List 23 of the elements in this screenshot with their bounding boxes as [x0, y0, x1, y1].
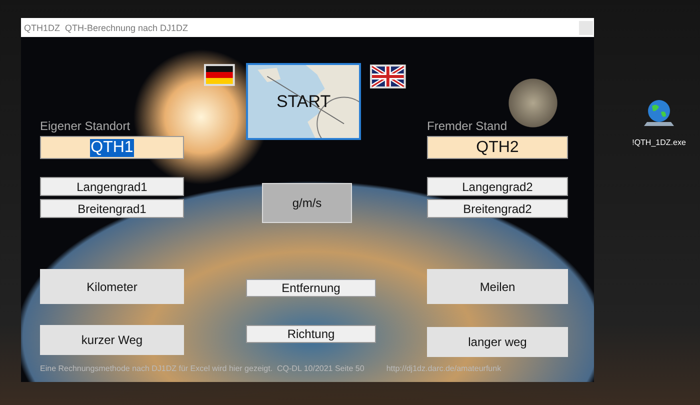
- footer-note: Eine Rechnungsmethode nach DJ1DZ für Excel wird hier gezeigt. CQ-DL 10/2021 Seite 50: [40, 364, 364, 372]
- qth-field[interactable]: QTH1: [40, 136, 184, 159]
- units-button[interactable]: g/m/s: [262, 183, 352, 223]
- distance-output: Entfernung: [246, 279, 376, 297]
- qth-text: QTH2: [476, 138, 519, 156]
- british-flag-icon[interactable]: [370, 64, 406, 89]
- file-name[interactable]: !QTH_1DZ.exe: [632, 138, 686, 147]
- path-button[interactable]: langer weg: [427, 327, 568, 357]
- qth-field[interactable]: QTH2: [427, 136, 568, 159]
- location-heading: Fremder Stand: [427, 119, 508, 133]
- german-flag-icon[interactable]: [204, 64, 235, 86]
- window-title: QTH1DZ QTH-Berechnung nach DJ1DZ: [23, 22, 188, 32]
- distance-unit-button[interactable]: Meilen: [427, 269, 568, 304]
- latitude-field[interactable]: Breitengrad1: [40, 199, 184, 218]
- latitude-field[interactable]: Breitengrad2: [427, 199, 568, 218]
- qth-text: QTH1: [90, 138, 134, 156]
- globe-icon[interactable]: [644, 98, 674, 128]
- longitude-field[interactable]: Langengrad1: [40, 177, 184, 196]
- path-button[interactable]: kurzer Weg: [40, 325, 184, 355]
- direction-output: Richtung: [246, 325, 376, 343]
- longitude-field[interactable]: Langengrad2: [427, 177, 568, 196]
- distance-unit-button[interactable]: Kilometer: [40, 269, 184, 304]
- location-heading: Eigener Standort: [40, 119, 132, 133]
